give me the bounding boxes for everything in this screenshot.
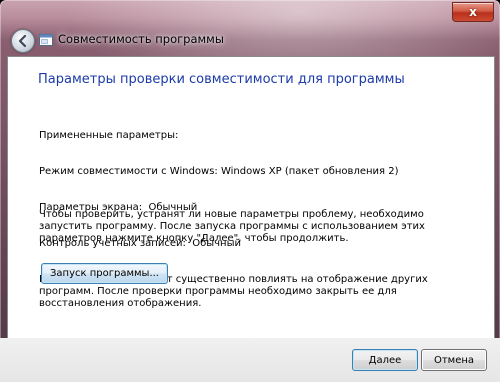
launch-program-button[interactable]: Запуск программы... bbox=[41, 263, 168, 284]
close-button[interactable]: x bbox=[452, 2, 494, 22]
next-button[interactable]: Далее bbox=[352, 349, 418, 371]
content-panel: Параметры проверки совместимости для про… bbox=[7, 56, 495, 339]
cancel-button[interactable]: Отмена bbox=[421, 349, 487, 371]
back-arrow-icon bbox=[18, 34, 27, 48]
applied-settings-label: Примененные параметры: bbox=[39, 130, 179, 141]
dialog-footer: Далее Отмена bbox=[0, 338, 500, 382]
window-title: Совместимость программы bbox=[58, 32, 224, 46]
page-heading: Параметры проверки совместимости для про… bbox=[38, 72, 405, 87]
program-compat-icon bbox=[39, 34, 53, 46]
dialog-window: x Совместимость программы Параметры пров… bbox=[0, 0, 500, 382]
test-instructions: Чтобы проверить, устранят ли новые парам… bbox=[39, 209, 429, 244]
back-button[interactable] bbox=[11, 29, 35, 53]
compat-mode-line: Режим совместимости с Windows: Windows X… bbox=[39, 166, 399, 177]
close-icon: x bbox=[469, 5, 477, 19]
